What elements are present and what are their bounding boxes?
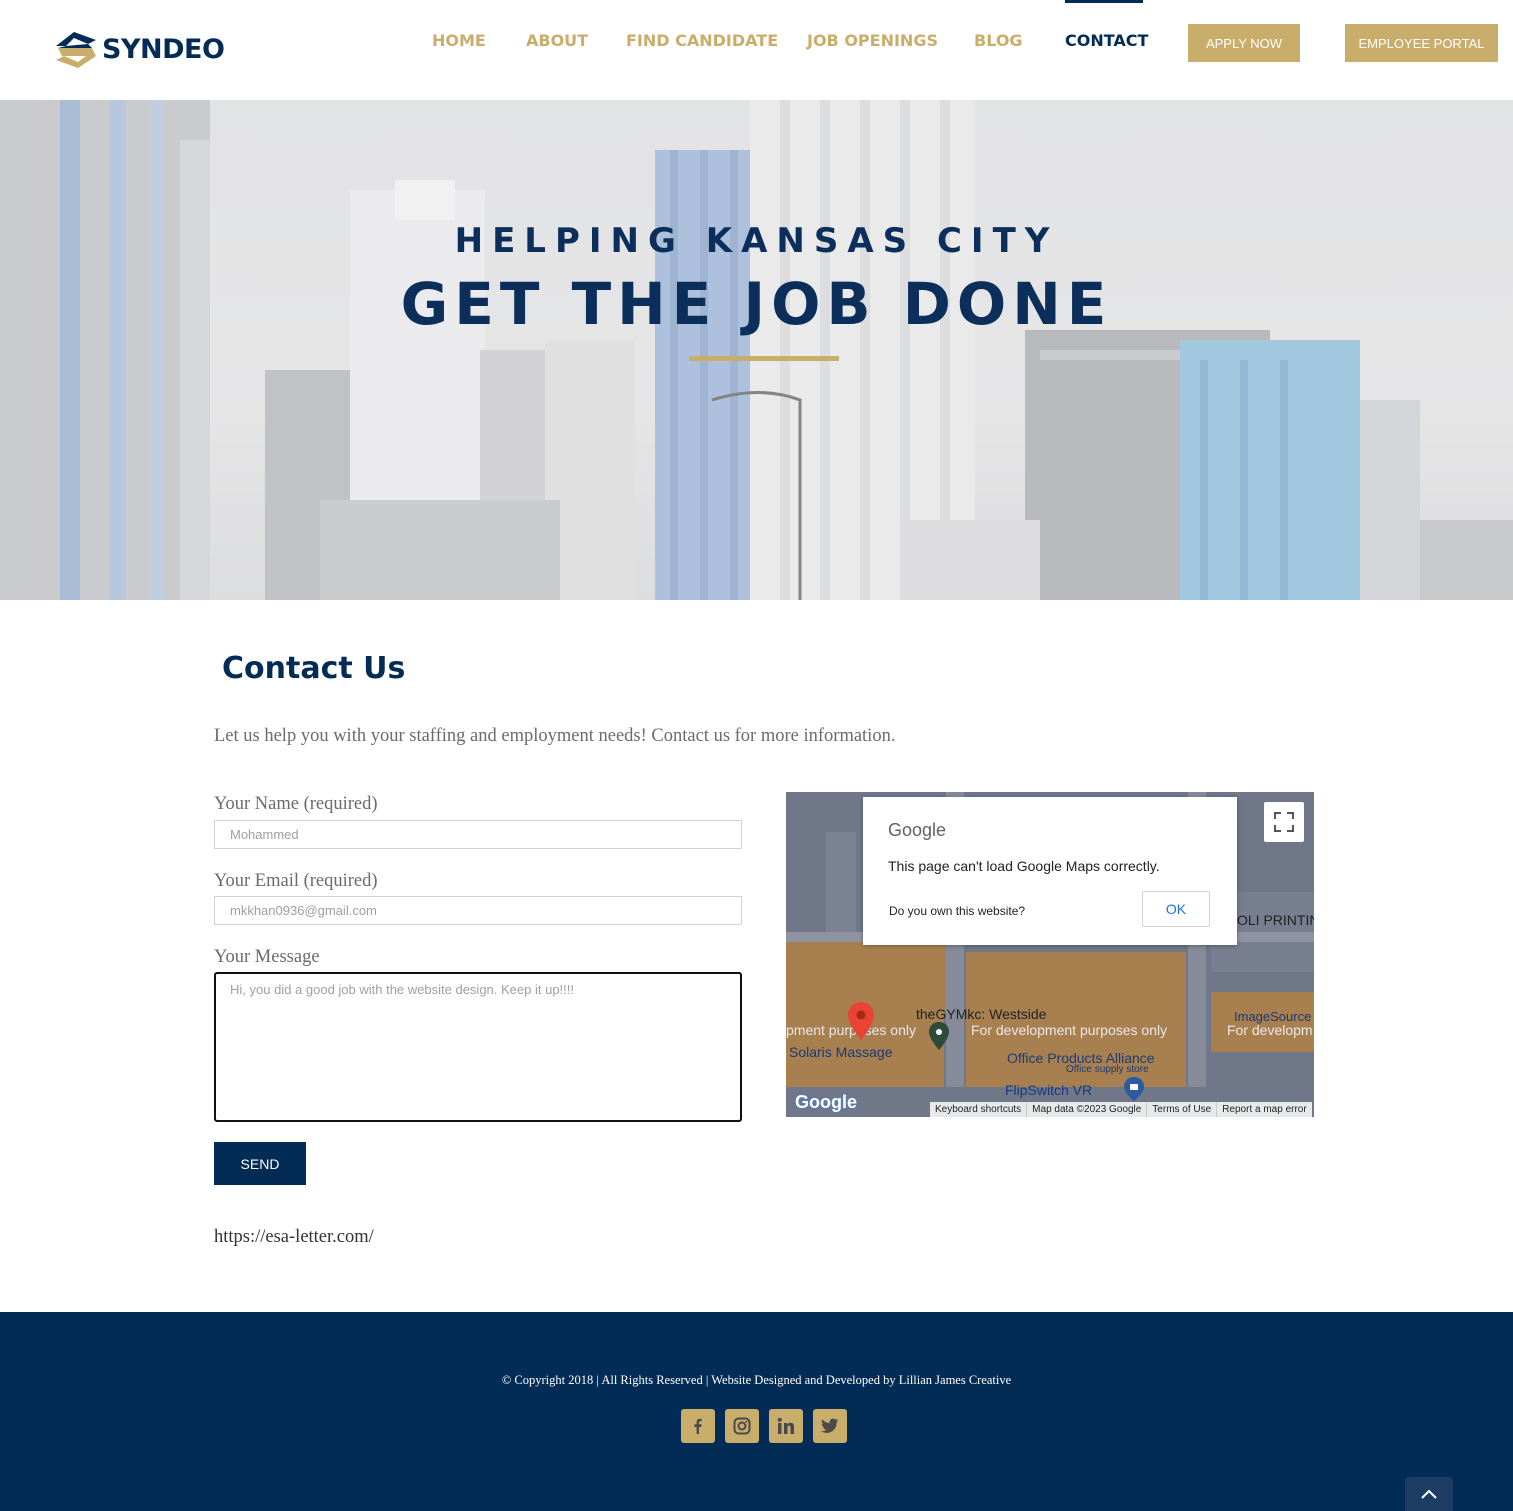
message-label: Your Message — [214, 947, 320, 967]
email-field[interactable]: mkkhan0936@gmail.com — [214, 896, 742, 925]
back-to-top-button[interactable] — [1405, 1477, 1453, 1511]
apply-now-button[interactable]: APPLY NOW — [1188, 24, 1300, 62]
map-attribution-bar: Keyboard shortcuts Map data ©2023 Google… — [930, 1102, 1312, 1117]
nav-home[interactable]: HOME — [432, 31, 486, 50]
hero-divider — [689, 356, 839, 361]
nav-contact[interactable]: CONTACT — [1065, 31, 1148, 50]
map-label-office-sub: Office supply store — [1066, 1064, 1149, 1075]
map-label-dev-3: For developm — [1227, 1022, 1313, 1038]
map-label-gym: theGYMkc: Westside — [916, 1006, 1047, 1022]
google-watermark: Google — [795, 1092, 857, 1112]
twitter-icon — [821, 1418, 839, 1433]
maps-error-dialog: Google This page can't load Google Maps … — [863, 797, 1237, 945]
hero-banner: HELPING KANSAS CITY GET THE JOB DONE — [0, 100, 1513, 600]
map-label-imagesource: ImageSource — [1234, 1009, 1312, 1024]
hero-title: GET THE JOB DONE — [400, 270, 1113, 338]
nav-about[interactable]: ABOUT — [526, 31, 588, 50]
report-error-link[interactable]: Report a map error — [1217, 1102, 1311, 1117]
name-field[interactable]: Mohammed — [214, 820, 742, 849]
linkedin-button[interactable] — [769, 1409, 803, 1443]
dialog-error-message: This page can't load Google Maps correct… — [888, 858, 1160, 874]
terms-link[interactable]: Terms of Use — [1147, 1102, 1218, 1117]
nav-blog[interactable]: BLOG — [974, 31, 1023, 50]
nav-job-openings[interactable]: JOB OPENINGS — [807, 31, 938, 50]
name-label: Your Name (required) — [214, 794, 378, 814]
site-footer: © Copyright 2018 | All Rights Reserved |… — [0, 1312, 1513, 1511]
employee-portal-button[interactable]: EMPLOYEE PORTAL — [1345, 24, 1498, 62]
map-label-dev-2: For development purposes only — [971, 1022, 1168, 1038]
linkedin-icon — [777, 1417, 794, 1434]
chevron-up-icon — [1421, 1489, 1437, 1499]
send-button[interactable]: SEND — [214, 1142, 306, 1185]
map-label-flipswitch: FlipSwitch VR — [1005, 1082, 1093, 1098]
site-header: SYNDEO HOME ABOUT FIND CANDIDATE JOB OPE… — [0, 0, 1513, 100]
dialog-own-website-link[interactable]: Do you own this website? — [889, 904, 1025, 918]
esa-letter-link[interactable]: https://esa-letter.com/ — [214, 1227, 374, 1248]
facebook-icon — [694, 1418, 702, 1434]
syndeo-logo[interactable]: SYNDEO — [52, 30, 225, 72]
nav-active-indicator — [1065, 0, 1143, 3]
city-skyline-image — [0, 100, 1513, 600]
twitter-button[interactable] — [813, 1409, 847, 1443]
map-label-printing: OLI PRINTIN — [1237, 912, 1314, 928]
instagram-button[interactable] — [725, 1409, 759, 1443]
instagram-icon — [733, 1417, 751, 1435]
google-map[interactable]: OLI PRINTIN theGYMkc: Westside pment pur… — [786, 792, 1314, 1117]
map-label-solaris: Solaris Massage — [789, 1044, 893, 1060]
logo-text: SYNDEO — [102, 34, 225, 65]
nav-find-candidate[interactable]: FIND CANDIDATE — [626, 31, 778, 50]
fullscreen-icon — [1274, 812, 1294, 832]
copyright-text: © Copyright 2018 | All Rights Reserved |… — [501, 1373, 1012, 1387]
dialog-google-logo: Google — [888, 820, 947, 840]
facebook-button[interactable] — [681, 1409, 715, 1443]
hero-subtitle: HELPING KANSAS CITY — [454, 221, 1059, 261]
syndeo-logo-mark — [56, 32, 96, 68]
email-label: Your Email (required) — [214, 871, 378, 891]
keyboard-shortcuts-link[interactable]: Keyboard shortcuts — [930, 1102, 1028, 1117]
message-field[interactable]: Hi, you did a good job with the website … — [214, 972, 742, 1122]
gym-marker-icon[interactable] — [929, 1022, 949, 1050]
store-marker-icon[interactable] — [1124, 1077, 1144, 1101]
map-fullscreen-button[interactable] — [1264, 802, 1304, 842]
map-pin-icon[interactable] — [848, 1002, 874, 1040]
contact-intro: Let us help you with your staffing and e… — [214, 726, 896, 746]
dialog-ok-button[interactable]: OK — [1142, 891, 1210, 927]
contact-title: Contact Us — [222, 651, 406, 686]
map-data-text: Map data ©2023 Google — [1027, 1102, 1148, 1117]
